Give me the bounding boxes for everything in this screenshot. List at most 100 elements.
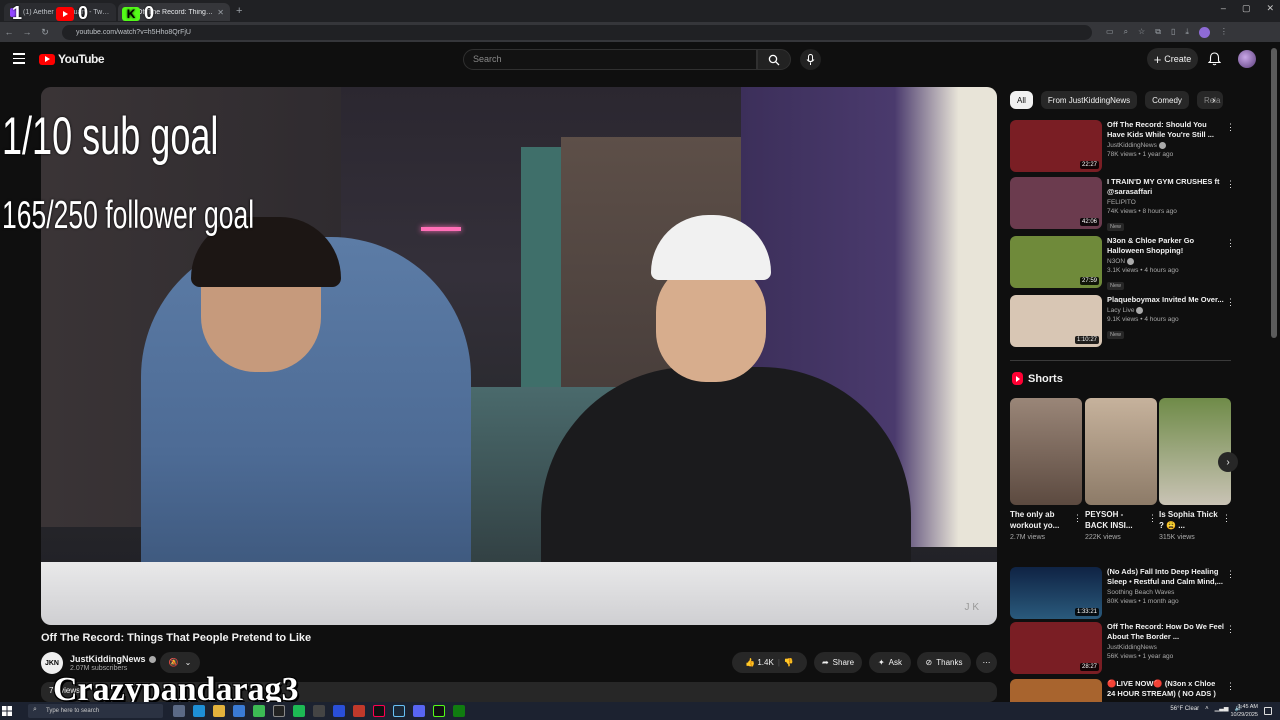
account-avatar[interactable]: [1238, 50, 1256, 68]
back-icon[interactable]: ←: [0, 27, 18, 37]
minimize-button[interactable]: –: [1221, 3, 1226, 14]
more-options-icon[interactable]: ⋮: [1226, 179, 1235, 190]
recommendation-item[interactable]: 22:27 Off The Record: Should You Have Ki…: [1010, 120, 1235, 172]
share-icon: ➦: [821, 658, 829, 667]
recommendation-info: Off The Record: Should You Have Kids Whi…: [1107, 120, 1225, 158]
notifications-bell-icon[interactable]: [1207, 52, 1222, 71]
more-options-icon[interactable]: ⋮: [1226, 681, 1235, 692]
vpn-icon[interactable]: [333, 705, 345, 717]
more-actions-button[interactable]: ⋯: [976, 652, 997, 673]
recommendation-item[interactable]: 1:10:27 Plaqueboymax Invited Me Over... …: [1010, 295, 1235, 347]
tiktok-icon[interactable]: [373, 705, 385, 717]
xbox-icon[interactable]: [453, 705, 465, 717]
tray-chevron-icon[interactable]: ˄: [1205, 706, 1209, 712]
taskbar-clock[interactable]: 1:45 AM 10/29/2025: [1230, 703, 1258, 719]
dislike-button[interactable]: 👎: [784, 658, 794, 667]
short-thumbnail: [1085, 398, 1157, 505]
like-button[interactable]: 👍 1.4K: [745, 658, 774, 667]
downloads-icon[interactable]: ⤓: [1185, 27, 1189, 38]
channel-name[interactable]: JustKiddingNews: [70, 654, 156, 664]
recommendation-item[interactable]: 27:59 N3on & Chloe Parker Go Halloween S…: [1010, 236, 1235, 290]
edge-icon[interactable]: [193, 705, 205, 717]
search-icon: ⌕: [33, 706, 37, 713]
chip-from-channel[interactable]: From JustKiddingNews: [1040, 91, 1138, 109]
ask-button[interactable]: ✦ Ask: [869, 652, 911, 673]
weather-text[interactable]: 56°F Clear: [1170, 706, 1199, 712]
search-button[interactable]: [757, 49, 791, 70]
chevron-right-icon[interactable]: ›: [1212, 95, 1215, 106]
thanks-button[interactable]: ⊘ Thanks: [917, 652, 971, 673]
task-view-icon[interactable]: [173, 705, 185, 717]
zoom-icon[interactable]: ⌕: [1124, 27, 1128, 38]
short-item[interactable]: Is Sophia Thick ? 😩 ... 315K views ⋮: [1159, 398, 1231, 541]
video-thumbnail: 28:27: [1010, 622, 1102, 674]
reload-icon[interactable]: ↻: [36, 27, 54, 38]
recommendation-item[interactable]: 28:27 Off The Record: How Do We Feel Abo…: [1010, 622, 1235, 674]
screen: (1) Aether Sanctuary - Twitch Off The Re…: [0, 0, 1280, 720]
calendar-icon[interactable]: [353, 705, 365, 717]
address-bar[interactable]: youtube.com/watch?v=h5Hho8QrFjU: [62, 24, 1092, 40]
channel-text: JustKiddingNews: [1107, 644, 1157, 651]
sidebar-icon[interactable]: ▯: [1171, 27, 1175, 38]
profile-icon[interactable]: [1198, 26, 1210, 38]
recommendation-channel: FELIPITO: [1107, 199, 1225, 206]
section-divider: [1010, 360, 1231, 361]
short-item[interactable]: PEYSOH - BACK INSI... 222K views ⋮: [1085, 398, 1157, 541]
obs-icon[interactable]: [273, 705, 285, 717]
search-input[interactable]: Search: [463, 49, 757, 70]
steam-icon[interactable]: [393, 705, 405, 717]
recommendation-title: Off The Record: How Do We Feel About The…: [1107, 622, 1224, 641]
store-icon[interactable]: [233, 705, 245, 717]
taskbar-apps: [173, 705, 465, 717]
voice-search-button[interactable]: [800, 49, 821, 70]
more-options-icon[interactable]: ⋮: [1148, 513, 1157, 524]
app-icon[interactable]: [313, 705, 325, 717]
search-icon: [768, 54, 780, 65]
more-options-icon[interactable]: ⋮: [1222, 513, 1231, 524]
page-scrollbar[interactable]: [1271, 48, 1277, 338]
duration-badge: 42:06: [1079, 218, 1099, 226]
subscribed-button[interactable]: 🔕 ⌄: [160, 652, 200, 673]
more-options-icon[interactable]: ⋮: [1226, 297, 1235, 308]
chrome-icon[interactable]: [253, 705, 265, 717]
close-window-button[interactable]: ✕: [1266, 3, 1274, 14]
chip-all[interactable]: All: [1010, 91, 1033, 109]
maximize-button[interactable]: ▢: [1242, 3, 1251, 14]
menu-dots-icon[interactable]: ⋮: [1220, 27, 1228, 38]
youtube-logo[interactable]: YouTube: [39, 52, 105, 66]
kick-icon[interactable]: [433, 705, 445, 717]
short-item[interactable]: The only ab workout yo... 2.7M views ⋮: [1010, 398, 1082, 541]
recommendation-info: Off The Record: How Do We Feel About The…: [1107, 622, 1225, 660]
channel-text: Soothing Beach Waves: [1107, 589, 1175, 596]
notification-center-icon[interactable]: [1264, 707, 1272, 715]
extensions-icon[interactable]: ⧉: [1155, 27, 1161, 38]
chip-related[interactable]: Rela: [1196, 91, 1223, 109]
forward-icon[interactable]: →: [18, 27, 36, 37]
more-options-icon[interactable]: ⋮: [1226, 569, 1235, 580]
more-options-icon[interactable]: ⋮: [1073, 513, 1082, 524]
recommendation-item[interactable]: 42:06 I TRAIN'D MY GYM CRUSHES ft @saras…: [1010, 177, 1235, 231]
cast-icon[interactable]: ▭: [1106, 27, 1114, 38]
more-options-icon[interactable]: ⋮: [1226, 624, 1235, 635]
verified-icon: [148, 655, 156, 663]
new-tab-button[interactable]: +: [236, 5, 242, 17]
spotify-icon[interactable]: [293, 705, 305, 717]
shorts-next-button[interactable]: ›: [1218, 452, 1238, 472]
recommendation-item[interactable]: 🔴LIVE NOW🔴 (N3on x Chloe 24 HOUR STREAM)…: [1010, 679, 1235, 702]
recommendation-item[interactable]: 1:33:21 (No Ads) Fall Into Deep Healing …: [1010, 567, 1235, 619]
close-tab-icon[interactable]: ✕: [217, 8, 224, 17]
chip-comedy[interactable]: Comedy: [1145, 91, 1189, 109]
menu-icon[interactable]: [13, 53, 25, 67]
more-options-icon[interactable]: ⋮: [1226, 122, 1235, 133]
bookmark-star-icon[interactable]: ☆: [1138, 27, 1145, 38]
network-icon[interactable]: ▁▃▅: [1215, 705, 1229, 712]
create-button[interactable]: + Create: [1147, 48, 1198, 70]
video-thumbnail: [1010, 679, 1102, 702]
windows-start-icon[interactable]: [0, 702, 14, 720]
taskbar-search-input[interactable]: ⌕ Type here to search: [28, 704, 163, 718]
file-explorer-icon[interactable]: [213, 705, 225, 717]
discord-icon[interactable]: [413, 705, 425, 717]
share-button[interactable]: ➦ Share: [814, 652, 862, 673]
more-options-icon[interactable]: ⋮: [1226, 238, 1235, 249]
like-count: 1.4K: [757, 658, 774, 667]
